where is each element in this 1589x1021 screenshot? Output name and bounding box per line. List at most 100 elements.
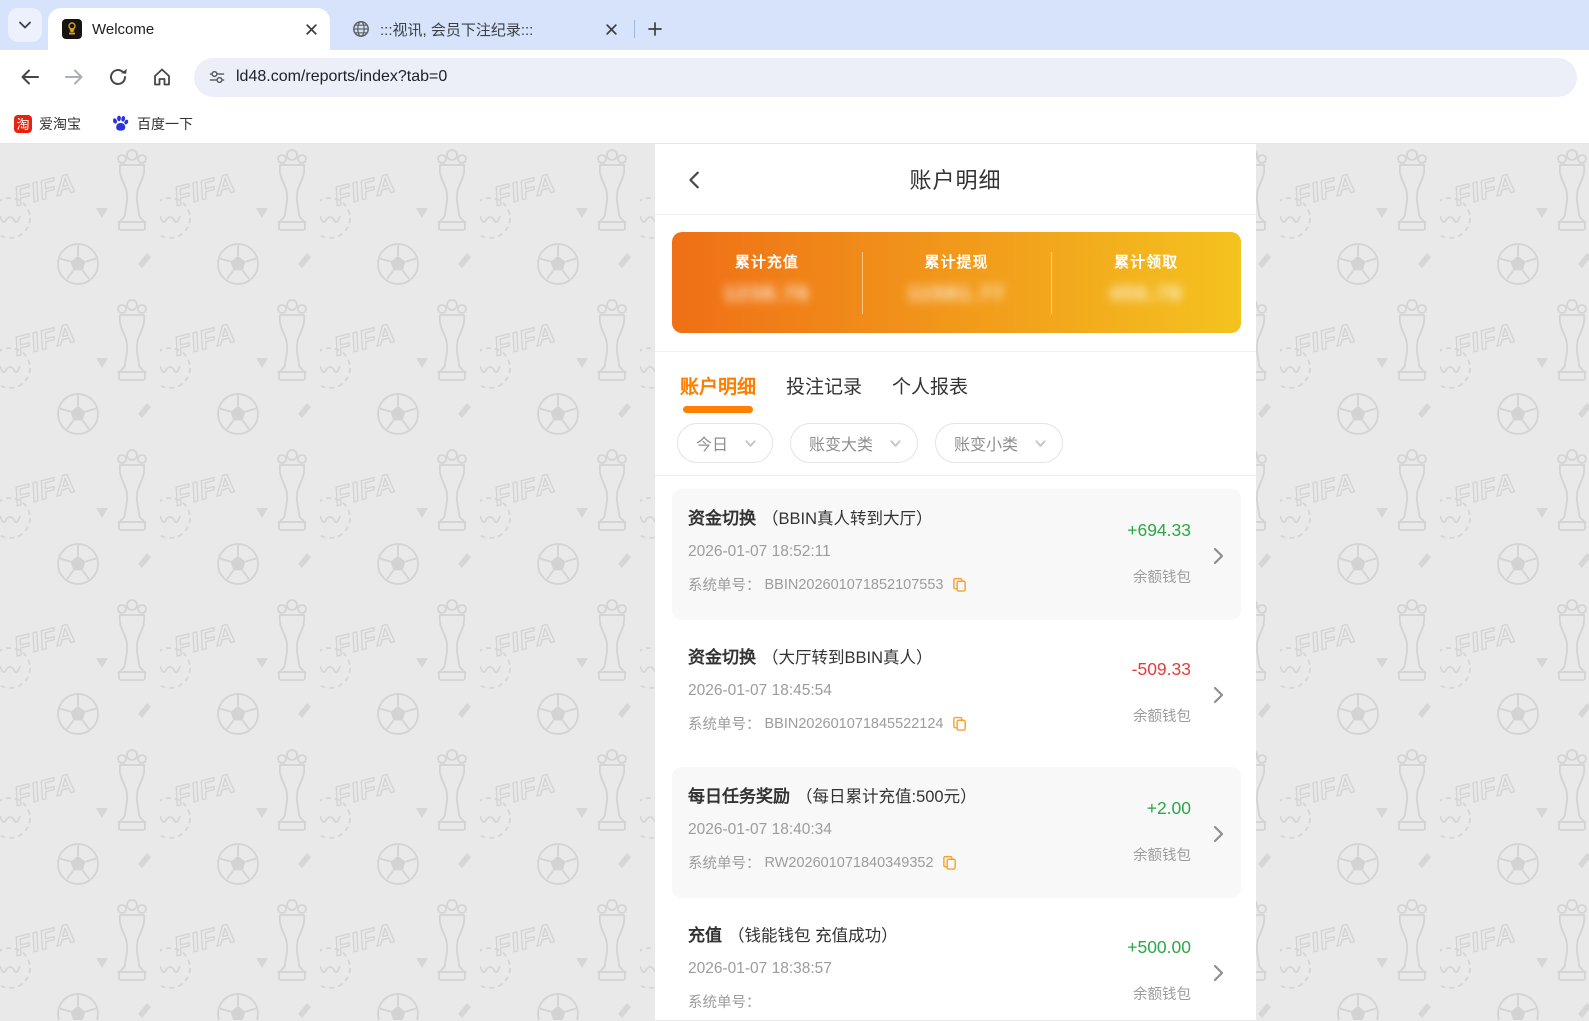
bookmark-baidu[interactable]: 百度一下 <box>111 114 193 134</box>
browser-tab-records[interactable]: :::视讯, 会员下注纪录::: <box>338 8 630 50</box>
copy-icon <box>952 716 966 731</box>
globe-icon <box>353 21 369 37</box>
record-datetime: 2026-01-07 18:52:11 <box>688 543 831 560</box>
record-detail-button[interactable] <box>1209 824 1227 844</box>
page-title: 账户明细 <box>909 168 1002 193</box>
record-detail-button[interactable] <box>1209 963 1227 983</box>
home-icon <box>154 68 170 86</box>
tab-bet-records[interactable]: 投注记录 <box>786 372 862 413</box>
record-right: +500.00 余额钱包 <box>1127 921 1227 1021</box>
baidu-paw-icon <box>113 115 129 131</box>
filter-minor-type-dropdown[interactable]: 账变小类 <box>935 423 1064 463</box>
tab-title: Welcome <box>92 20 155 38</box>
table-row[interactable]: 充值 （钱能钱包 充值成功） 2026-01-07 18:38:57 系统单号： … <box>672 906 1241 1021</box>
site-settings-tune-icon <box>209 70 225 84</box>
copy-button[interactable] <box>942 855 957 871</box>
chevron-right-icon <box>1213 825 1224 843</box>
chevron-down-icon <box>19 21 31 29</box>
record-right: +2.00 余额钱包 <box>1133 782 1227 886</box>
stat-label: 累计充值 <box>734 254 799 271</box>
copy-icon <box>942 855 956 870</box>
trophy-favicon-icon <box>68 22 76 35</box>
copy-button[interactable] <box>952 716 967 732</box>
filter-label: 账变小类 <box>954 437 1019 454</box>
tab-personal-report[interactable]: 个人报表 <box>892 372 968 413</box>
table-row[interactable]: 资金切换 （大厅转到BBIN真人） 2026-01-07 18:45:54 系统单… <box>672 628 1241 759</box>
record-amount: -509.33 <box>1131 659 1191 679</box>
table-row[interactable]: 资金切换 （BBIN真人转到大厅） 2026-01-07 18:52:11 系统单… <box>672 489 1241 620</box>
browser-tab-strip: Welcome :::视讯, 会员下注纪录::: <box>0 0 1589 50</box>
filter-major-type-dropdown[interactable]: 账变大类 <box>790 423 919 463</box>
record-datetime: 2026-01-07 18:45:54 <box>688 682 832 699</box>
address-bar[interactable]: ld48.com/reports/index?tab=0 <box>194 57 1577 97</box>
home-button[interactable] <box>142 57 182 97</box>
record-detail-button[interactable] <box>1209 685 1227 705</box>
record-right: +694.33 余额钱包 <box>1127 504 1227 608</box>
tab-account-detail[interactable]: 账户明细 <box>680 372 756 413</box>
stat-total-claimed: 累计领取 456.78 <box>1051 232 1241 333</box>
arrow-left-icon <box>21 69 39 85</box>
plus-icon <box>648 22 662 36</box>
tab-divider <box>634 20 635 38</box>
url-text: ld48.com/reports/index?tab=0 <box>236 68 448 85</box>
record-title: 资金切换 <box>688 648 756 667</box>
page-back-button[interactable] <box>681 166 709 194</box>
stat-total-withdraw: 累计提现 11581.77 <box>861 232 1052 333</box>
filter-row: 今日 账变大类 账变小类 <box>655 413 1256 475</box>
site-favicon <box>62 19 82 39</box>
record-wallet: 余额钱包 <box>1133 848 1191 864</box>
chevron-left-icon <box>689 171 699 189</box>
bookmark-label: 爱淘宝 <box>39 115 81 132</box>
record-title: 每日任务奖励 <box>688 787 790 806</box>
filter-date-dropdown[interactable]: 今日 <box>677 423 774 463</box>
record-title: 资金切换 <box>688 509 756 528</box>
stat-masked-value: 1238.76 <box>723 283 810 305</box>
record-desc: （每日累计充值:500元） <box>796 788 977 806</box>
record-wallet: 余额钱包 <box>1133 987 1191 1003</box>
copy-button[interactable] <box>952 577 967 593</box>
browser-toolbar: ld48.com/reports/index?tab=0 <box>0 50 1589 104</box>
close-icon <box>605 23 617 35</box>
record-info: 资金切换 （大厅转到BBIN真人） 2026-01-07 18:45:54 系统单… <box>688 643 1132 747</box>
close-icon <box>305 23 317 35</box>
chevron-down-icon <box>745 439 756 447</box>
filter-label: 今日 <box>696 437 729 454</box>
record-detail-button[interactable] <box>1209 546 1227 566</box>
transaction-list: 资金切换 （BBIN真人转到大厅） 2026-01-07 18:52:11 系统单… <box>655 476 1256 1021</box>
chevron-right-icon <box>1213 964 1224 982</box>
order-number: BBIN202601071852107553 <box>764 576 944 593</box>
order-label: 系统单号： <box>688 856 761 872</box>
stat-label: 累计领取 <box>1114 254 1179 271</box>
stat-masked-value: 11581.77 <box>907 283 1006 305</box>
table-row[interactable]: 每日任务奖励 （每日累计充值:500元） 2026-01-07 18:40:34 … <box>672 767 1241 898</box>
tab-close-button[interactable] <box>602 20 620 38</box>
bookmark-aitaobao[interactable]: 淘 爱淘宝 <box>14 114 81 134</box>
copy-icon <box>952 577 966 592</box>
new-tab-button[interactable] <box>641 15 669 43</box>
record-wallet: 余额钱包 <box>1133 570 1191 586</box>
bookmarks-bar: 淘 爱淘宝 百度一下 <box>0 104 1589 144</box>
record-info: 充值 （钱能钱包 充值成功） 2026-01-07 18:38:57 系统单号： <box>688 921 1127 1021</box>
arrow-right-icon <box>65 69 83 85</box>
chevron-down-icon <box>1035 439 1046 447</box>
tab-close-button[interactable] <box>302 20 320 38</box>
chevron-down-icon <box>890 439 901 447</box>
record-datetime: 2026-01-07 18:40:34 <box>688 821 832 838</box>
browser-tab-welcome[interactable]: Welcome <box>48 8 330 50</box>
forward-button[interactable] <box>54 57 94 97</box>
taobao-icon: 淘 <box>14 114 32 133</box>
reload-icon <box>110 68 127 85</box>
reload-button[interactable] <box>98 57 138 97</box>
tab-title: :::视讯, 会员下注纪录::: <box>380 21 534 39</box>
tab-search-button[interactable] <box>8 8 42 42</box>
order-label: 系统单号： <box>688 578 761 594</box>
record-desc: （大厅转到BBIN真人） <box>762 649 933 667</box>
record-desc: （钱能钱包 充值成功） <box>728 927 898 945</box>
order-number: RW202601071840349352 <box>764 854 934 871</box>
record-right: -509.33 余额钱包 <box>1132 643 1227 747</box>
back-button[interactable] <box>10 57 50 97</box>
record-wallet: 余额钱包 <box>1133 709 1191 725</box>
filter-label: 账变大类 <box>809 437 874 454</box>
record-amount: +500.00 <box>1127 937 1191 957</box>
record-title: 充值 <box>688 926 722 945</box>
